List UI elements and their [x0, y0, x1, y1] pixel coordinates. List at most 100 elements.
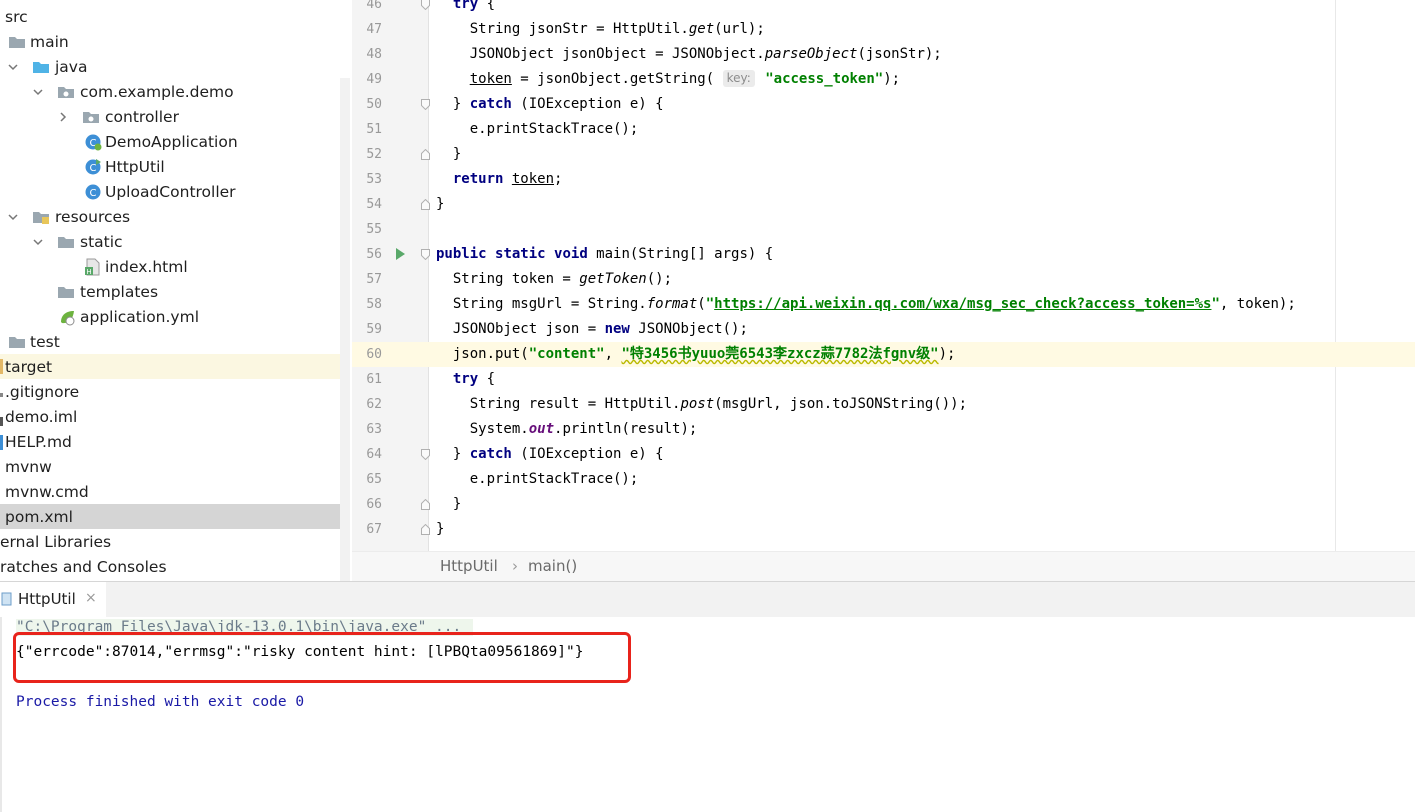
- code-text: JSONObject jsonObject = JSONObject.parse…: [436, 46, 942, 62]
- spring-class-icon: C: [85, 134, 102, 150]
- line-number: 47: [366, 22, 382, 37]
- tree-item-java[interactable]: java: [0, 54, 350, 79]
- chevron-down-icon[interactable]: [8, 62, 18, 72]
- tree-item-label: ernal Libraries: [0, 532, 112, 551]
- tree-item-label: .gitignore: [5, 382, 80, 401]
- code-text: e.printStackTrace();: [436, 121, 639, 137]
- line-number: 57: [366, 272, 382, 287]
- tree-item-label: resources: [55, 207, 131, 226]
- code-line[interactable]: 49 token = jsonObject.getString( key: "a…: [352, 67, 1415, 92]
- code-line[interactable]: 48 JSONObject jsonObject = JSONObject.pa…: [352, 42, 1415, 67]
- code-text: public static void main(String[] args) {: [436, 246, 774, 262]
- tree-item-static[interactable]: static: [0, 229, 350, 254]
- tree-item-label: pom.xml: [5, 507, 73, 526]
- tree-item-mvnw-cmd[interactable]: mvnw.cmd: [0, 479, 350, 504]
- code-line[interactable]: 47 String jsonStr = HttpUtil.get(url);: [352, 17, 1415, 42]
- line-number: 66: [366, 497, 382, 512]
- code-text: token = jsonObject.getString( key: "acce…: [469, 70, 901, 87]
- fold-marker-icon[interactable]: [421, 524, 430, 535]
- code-text: String jsonStr = HttpUtil.get(url);: [436, 21, 765, 37]
- code-line[interactable]: 53 return token;: [352, 167, 1415, 192]
- code-line[interactable]: 59 JSONObject json = new JSONObject();: [352, 317, 1415, 342]
- code-line[interactable]: 50 } catch (IOException e) {: [352, 92, 1415, 117]
- tree-item-label: controller: [105, 107, 179, 126]
- console-gutter: [0, 617, 2, 812]
- run-tab-httputil[interactable]: HttpUtil ×: [0, 582, 106, 617]
- code-text: String msgUrl = String.format("https://a…: [436, 296, 1296, 312]
- chevron-down-icon[interactable]: [33, 237, 43, 247]
- chevron-down-icon[interactable]: [33, 87, 43, 97]
- tree-item-target[interactable]: target: [0, 354, 350, 379]
- excluded-folder-icon: [0, 359, 3, 374]
- tree-item-index-html[interactable]: H index.html: [0, 254, 350, 279]
- tree-item-application-yml[interactable]: application.yml: [0, 304, 350, 329]
- code-line[interactable]: 66 }: [352, 492, 1415, 517]
- tree-item-label: target: [5, 357, 53, 376]
- code-line[interactable]: 57 String token = getToken();: [352, 267, 1415, 292]
- tree-item-controller[interactable]: controller: [0, 104, 350, 129]
- tree-item-resources[interactable]: resources: [0, 204, 350, 229]
- tree-item-templates[interactable]: templates: [0, 279, 350, 304]
- tree-item-demoapplication[interactable]: C DemoApplication: [0, 129, 350, 154]
- tree-item-main[interactable]: main: [0, 29, 350, 54]
- run-tab-label: HttpUtil: [18, 590, 76, 608]
- line-number: 50: [366, 97, 382, 112]
- line-number: 49: [366, 72, 382, 87]
- code-line[interactable]: 62 String result = HttpUtil.post(msgUrl,…: [352, 392, 1415, 417]
- code-line[interactable]: 58 String msgUrl = String.format("https:…: [352, 292, 1415, 317]
- run-config-icon: [1, 592, 12, 606]
- code-line[interactable]: 61 try {: [352, 367, 1415, 392]
- tree-item-label: templates: [80, 282, 159, 301]
- tree-item-scratches[interactable]: ratches and Consoles: [0, 554, 350, 579]
- tree-item-src[interactable]: src: [0, 4, 350, 29]
- code-editor[interactable]: 46 try {47 String jsonStr = HttpUtil.get…: [352, 0, 1415, 551]
- fold-marker-icon[interactable]: [421, 0, 430, 10]
- line-number: 58: [366, 297, 382, 312]
- file-icon: [0, 393, 3, 397]
- tree-item-external-libraries[interactable]: ernal Libraries: [0, 529, 350, 554]
- tree-item-test[interactable]: test: [0, 329, 350, 354]
- code-line[interactable]: 67}: [352, 517, 1415, 542]
- code-line[interactable]: 64 } catch (IOException e) {: [352, 442, 1415, 467]
- code-line[interactable]: 63 System.out.println(result);: [352, 417, 1415, 442]
- fold-marker-icon[interactable]: [421, 249, 430, 260]
- code-text: System.out.println(result);: [436, 421, 698, 437]
- tree-item-uploadcontroller[interactable]: C UploadController: [0, 179, 350, 204]
- code-line[interactable]: 65 e.printStackTrace();: [352, 467, 1415, 492]
- tree-item-mvnw[interactable]: mvnw: [0, 454, 350, 479]
- tree-item-demo-iml[interactable]: demo.iml: [0, 404, 350, 429]
- close-icon[interactable]: ×: [85, 590, 97, 606]
- code-line[interactable]: 51 e.printStackTrace();: [352, 117, 1415, 142]
- fold-marker-icon[interactable]: [421, 99, 430, 110]
- project-tree: src main java com.example.demo controlle…: [0, 0, 350, 581]
- tree-item-gitignore[interactable]: .gitignore: [0, 379, 350, 404]
- code-line[interactable]: 55: [352, 217, 1415, 242]
- run-gutter-icon[interactable]: [396, 248, 405, 260]
- tree-item-pom-xml[interactable]: pom.xml: [0, 504, 350, 529]
- fold-marker-icon[interactable]: [421, 499, 430, 510]
- chevron-right-icon[interactable]: [58, 111, 68, 122]
- fold-marker-icon[interactable]: [421, 199, 430, 210]
- tree-item-label: UploadController: [105, 182, 236, 201]
- html-file-icon: H: [85, 258, 100, 276]
- code-line[interactable]: 46 try {: [352, 0, 1415, 17]
- tree-item-help-md[interactable]: HELP.md: [0, 429, 350, 454]
- tree-item-httputil[interactable]: C HttpUtil: [0, 154, 350, 179]
- fold-marker-icon[interactable]: [421, 449, 430, 460]
- code-line[interactable]: 56 public static void main(String[] args)…: [352, 242, 1415, 267]
- code-line[interactable]: 52 }: [352, 142, 1415, 167]
- tree-item-package[interactable]: com.example.demo: [0, 79, 350, 104]
- code-line[interactable]: 54}: [352, 192, 1415, 217]
- tree-item-label: HELP.md: [5, 432, 72, 451]
- chevron-down-icon[interactable]: [8, 212, 18, 222]
- tree-scrollbar[interactable]: [340, 78, 350, 581]
- runnable-class-icon: C: [85, 158, 101, 174]
- breadcrumb-item-class[interactable]: HttpUtil: [440, 557, 498, 575]
- code-line[interactable]: 60 json.put("content", "特3456书yuuo莞6543李…: [352, 342, 1415, 367]
- code-text: return token;: [452, 171, 563, 187]
- tree-item-label: test: [30, 332, 60, 351]
- fold-marker-icon[interactable]: [421, 149, 430, 160]
- code-text: }: [436, 496, 462, 512]
- breadcrumb-item-method[interactable]: main(): [528, 557, 577, 575]
- tree-item-label: src: [5, 7, 28, 26]
